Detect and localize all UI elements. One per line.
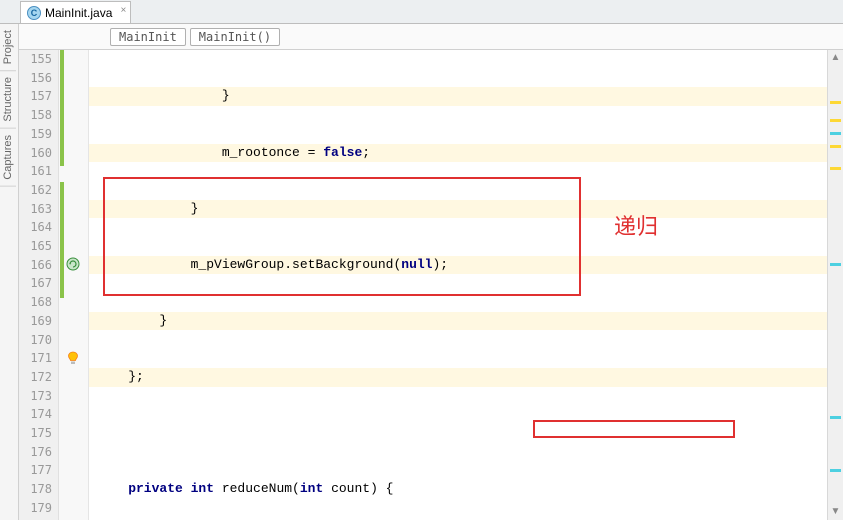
breadcrumb: MainInit MainInit() [0,24,843,50]
intention-bulb-icon[interactable] [65,350,81,366]
scroll-marker [830,416,841,419]
scroll-marker [830,263,841,266]
scroll-marker [830,132,841,135]
code-editor[interactable]: 1551561571581591601611621631641651661671… [19,50,843,520]
scrollbar-track[interactable] [828,66,843,504]
annotation-label-recursion: 递归 [614,218,658,237]
file-tab-maininit[interactable]: C MainInit.java × [20,1,131,23]
line-159: } [89,312,843,331]
line-160: }; [89,368,843,387]
java-class-icon: C [27,6,41,20]
scroll-marker [830,101,841,104]
breadcrumb-method[interactable]: MainInit() [190,28,280,46]
sidebar-tab-captures[interactable]: Captures [0,129,16,187]
left-tool-strip: Project Structure Captures [0,24,19,520]
scroll-down-icon[interactable]: ▼ [828,504,843,520]
line-155: } [89,87,843,106]
line-157: } [89,200,843,219]
change-marker [60,182,64,298]
sidebar-tab-project[interactable]: Project [0,24,16,71]
scroll-up-icon[interactable]: ▲ [828,50,843,66]
icon-gutter [59,50,89,520]
line-158: m_pViewGroup.setBackground(null); [89,256,843,275]
sidebar-tab-structure[interactable]: Structure [0,71,16,129]
close-icon[interactable]: × [121,5,127,16]
line-number-gutter: 1551561571581591601611621631641651661671… [19,50,59,520]
annotation-box-recursion [103,177,581,296]
scroll-marker [830,167,841,170]
change-marker [60,50,64,166]
vertical-scrollbar[interactable]: ▲ ▼ [827,50,843,520]
line-156: m_rootonce = false; [89,144,843,163]
recursive-call-icon[interactable] [65,256,81,272]
tab-title: MainInit.java [45,6,112,20]
scroll-marker [830,469,841,472]
scroll-marker [830,145,841,148]
editor-tab-bar: C MainInit.java × [0,0,843,24]
code-area[interactable]: } m_rootonce = false; } m_pViewGroup.set… [89,50,843,520]
breadcrumb-class[interactable]: MainInit [110,28,186,46]
scroll-marker [830,119,841,122]
line-161 [89,424,843,443]
line-162: private int reduceNum(int count) { [89,480,843,499]
